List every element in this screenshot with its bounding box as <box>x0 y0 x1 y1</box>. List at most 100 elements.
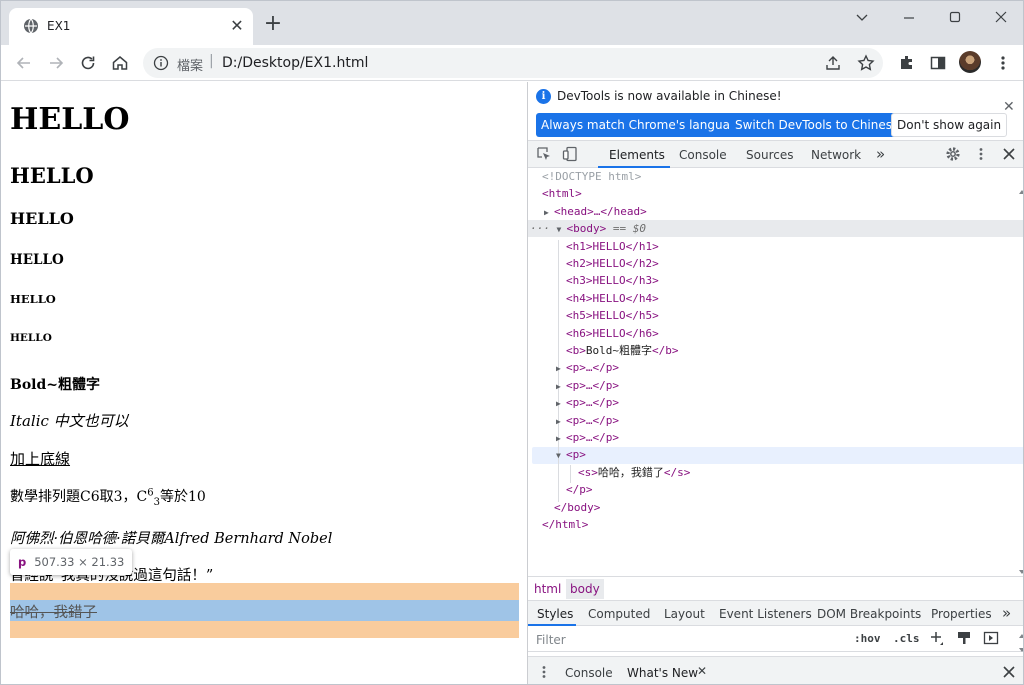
head-tag: <head>…</head> <box>554 204 647 218</box>
tooltip-dimensions: 507.33 × 21.33 <box>34 555 125 569</box>
infobar-message: DevTools is now available in Chinese! <box>557 89 782 103</box>
paint-brush-icon[interactable] <box>956 630 972 646</box>
back-arrow-icon[interactable] <box>14 53 34 73</box>
forward-arrow-icon[interactable] <box>46 53 66 73</box>
extensions-icon[interactable] <box>897 53 917 73</box>
expand-triangle-icon[interactable]: ▶ <box>556 378 566 395</box>
info-icon[interactable] <box>153 55 169 71</box>
tooltip-tag: p <box>18 555 27 569</box>
dom-h4[interactable]: <h4>HELLO</h4> <box>566 290 659 307</box>
devtools-panel: i DevTools is now available in Chinese! … <box>527 82 1023 684</box>
dom-h6[interactable]: <h6>HELLO</h6> <box>566 325 659 342</box>
expand-triangle-icon[interactable]: ▶ <box>556 395 566 412</box>
drawer-tab-console[interactable]: Console <box>565 666 613 680</box>
match-language-button[interactable]: Always match Chrome's language <box>536 113 750 137</box>
collapse-triangle-icon[interactable]: ▼ <box>556 447 566 464</box>
tab-dom-breakpoints[interactable]: DOM Breakpoints <box>817 607 921 621</box>
close-devtools-icon[interactable] <box>1001 146 1017 162</box>
more-tabs-chevron-icon[interactable]: » <box>876 145 885 163</box>
expand-triangle-icon[interactable]: ▶ <box>556 430 566 447</box>
dom-p[interactable]: ▶ <p>…</p> <box>556 394 619 411</box>
maximize-button[interactable] <box>932 5 978 31</box>
tab-console[interactable]: Console <box>679 148 727 162</box>
dom-body-open[interactable]: ··· ▼ <body> == $0 <box>530 220 646 237</box>
home-icon[interactable] <box>110 53 130 73</box>
bookmark-star-icon[interactable] <box>856 53 876 73</box>
dom-head[interactable]: ▶ <head>…</head> <box>544 203 647 220</box>
browser-toolbar: 檔案 | D:/Desktop/EX1.html <box>1 45 1023 81</box>
dom-p[interactable]: ▶ <p>…</p> <box>556 429 619 446</box>
tab-layout[interactable]: Layout <box>664 607 705 621</box>
profile-avatar[interactable] <box>959 51 981 73</box>
ellipsis-icon[interactable]: ··· <box>530 222 557 235</box>
cls-toggle[interactable]: .cls <box>893 632 920 645</box>
new-tab-button[interactable]: + <box>262 13 284 35</box>
inspect-element-icon[interactable] <box>536 146 552 162</box>
dom-html-close[interactable]: </html> <box>542 516 588 533</box>
close-drawer-icon[interactable] <box>1001 664 1017 680</box>
expand-triangle-icon[interactable]: ▶ <box>544 204 554 221</box>
tab-sources[interactable]: Sources <box>746 148 793 162</box>
dom-p-close[interactable]: </p> <box>566 481 593 498</box>
tab-styles[interactable]: Styles <box>537 607 573 621</box>
hovered-node-highlight <box>532 447 1023 464</box>
dom-p[interactable]: ▶ <p>…</p> <box>556 359 619 376</box>
drawer-tab-whats-new[interactable]: What's New <box>627 666 698 680</box>
scrollbar[interactable] <box>1018 82 1023 684</box>
dom-doctype[interactable]: <!DOCTYPE html> <box>542 168 641 185</box>
heading-h3: HELLO <box>10 209 74 228</box>
dom-p[interactable]: ▶ <p>…</p> <box>556 412 619 429</box>
gear-icon[interactable] <box>945 146 961 162</box>
switch-to-chinese-button[interactable]: Switch DevTools to Chinese <box>730 113 905 137</box>
address-bar[interactable]: 檔案 | D:/Desktop/EX1.html <box>143 48 883 78</box>
more-tabs-chevron-icon[interactable]: » <box>1002 604 1011 622</box>
expand-triangle-icon[interactable]: ▶ <box>556 413 566 430</box>
device-toolbar-icon[interactable] <box>562 146 578 162</box>
minimize-button[interactable] <box>886 5 932 31</box>
tab-ex1[interactable]: EX1 ✕ <box>9 8 253 45</box>
dom-h3[interactable]: <h3>HELLO</h3> <box>566 272 659 289</box>
dont-show-again-button[interactable]: Don't show again <box>891 113 1008 137</box>
breadcrumb-body[interactable]: body <box>566 579 604 599</box>
toggle-sidebar-icon[interactable] <box>983 630 999 646</box>
tab-elements[interactable]: Elements <box>609 148 665 162</box>
side-panel-icon[interactable] <box>928 53 948 73</box>
dom-html-open[interactable]: <html> <box>542 185 582 202</box>
h3-tag: <h3>HELLO</h3> <box>566 274 659 288</box>
styles-filter-input[interactable]: Filter <box>532 629 846 649</box>
tab-search-button[interactable] <box>839 5 885 31</box>
kebab-menu-icon[interactable] <box>973 146 989 162</box>
close-window-button[interactable] <box>978 5 1023 31</box>
hov-toggle[interactable]: :hov <box>854 632 881 645</box>
name-paragraph: 阿佛烈·伯恩哈德·諾貝爾Alfred Bernhard Nobel <box>10 531 333 547</box>
share-icon[interactable] <box>823 53 843 73</box>
tab-event-listeners[interactable]: Event Listeners <box>719 607 812 621</box>
drawer-menu-icon[interactable] <box>536 664 552 680</box>
p-tag: <p>…</p> <box>566 361 619 375</box>
info-icon: i <box>536 89 551 104</box>
minimize-icon <box>904 17 914 19</box>
tab-computed[interactable]: Computed <box>588 607 650 621</box>
dom-s[interactable]: <s>哈哈，我錯了</s> <box>578 464 690 481</box>
language-infobar: i DevTools is now available in Chinese! … <box>528 82 1023 140</box>
dom-body-close[interactable]: </body> <box>554 499 600 516</box>
infobar-close-icon[interactable]: ✕ <box>1003 99 1015 115</box>
reload-icon[interactable] <box>78 53 98 73</box>
dom-h2[interactable]: <h2>HELLO</h2> <box>566 255 659 272</box>
dom-h5[interactable]: <h5>HELLO</h5> <box>566 307 659 324</box>
expand-triangle-icon[interactable]: ▶ <box>556 360 566 377</box>
dom-p[interactable]: ▶ <p>…</p> <box>556 377 619 394</box>
math-paragraph: 數學排列題C6取3，C63等於10 <box>10 486 206 507</box>
collapse-triangle-icon[interactable]: ▼ <box>557 221 567 238</box>
tab-close-icon[interactable]: ✕ <box>227 16 247 36</box>
dom-p-expanded[interactable]: ▼ <p> <box>556 446 586 463</box>
more-menu-icon[interactable] <box>993 53 1013 73</box>
html-open-tag: <html> <box>542 187 582 201</box>
dom-h1[interactable]: <h1>HELLO</h1> <box>566 238 659 255</box>
tab-network[interactable]: Network <box>811 148 861 162</box>
dom-b[interactable]: <b>Bold~粗體字</b> <box>566 342 679 359</box>
new-style-rule-icon[interactable] <box>929 630 945 646</box>
close-tab-icon[interactable]: ✕ <box>697 664 707 678</box>
tab-properties[interactable]: Properties <box>931 607 992 621</box>
breadcrumb-html[interactable]: html <box>534 582 561 596</box>
